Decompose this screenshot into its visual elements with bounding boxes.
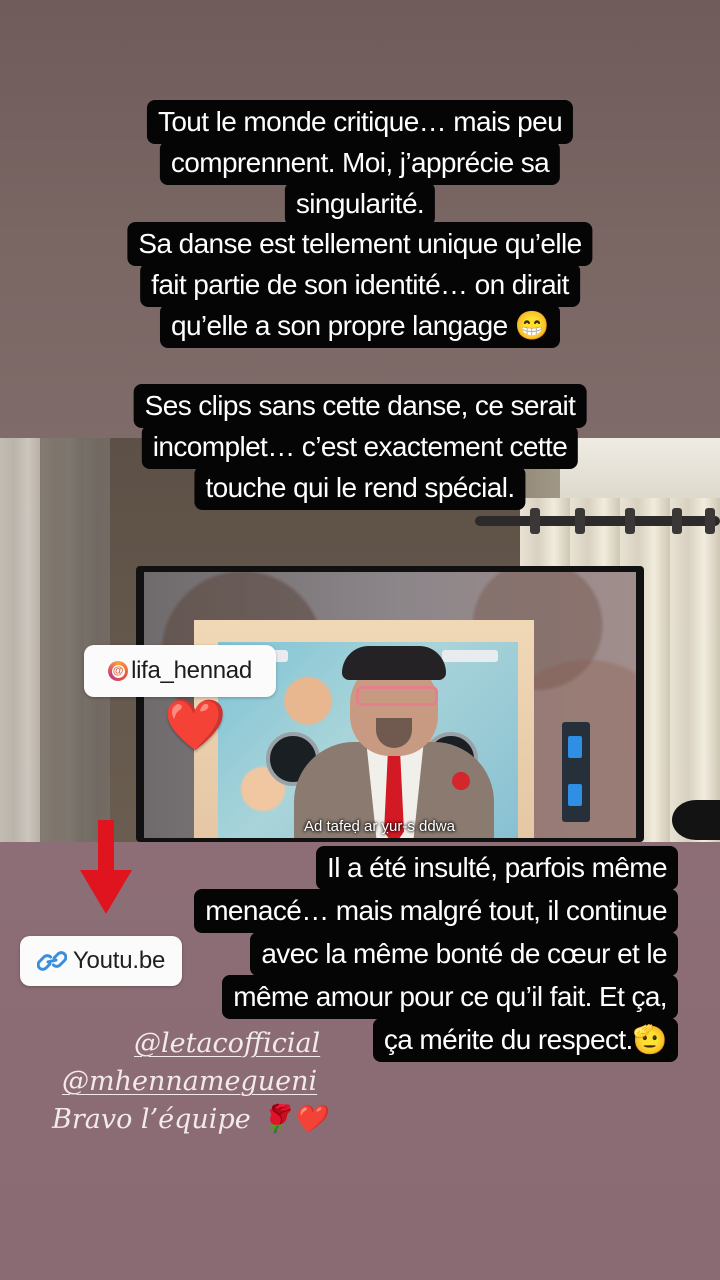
at-icon: @ [108,661,129,681]
caption-line: Sa danse est tellement unique qu’elle [127,222,593,266]
caption-line: avec la même bonté de cœur et le [250,932,678,976]
caption-line: même amour pour ce qu’il fait. Et ça, [222,975,678,1019]
caption-line: comprennent. Moi, j’apprécie sa [159,141,561,185]
curtain-ring [575,508,585,534]
curtain-left-shadow [40,438,110,842]
link-icon [36,951,67,971]
control-panel [562,722,590,822]
credit-text: Bravo l’équipe 🌹❤️ [52,1103,327,1135]
curtain-ring [672,508,682,534]
camera-object [672,800,720,840]
curtain-rod [475,516,720,526]
curtain-ring [705,508,715,534]
caption-line: ça mérite du respect.🫡 [372,1018,678,1062]
lapel-flower [452,772,470,790]
caption-line: touche qui le rend spécial. [194,466,526,510]
credit-mention-2[interactable]: @mhennamegueni [62,1066,317,1097]
red-arrow-icon [80,820,132,914]
caption-line: Il a été insulté, parfois même [316,846,678,890]
link-label: Youtu.be [72,947,166,974]
heart-icon: ❤️ [164,697,227,753]
rose-heart-emoji: 🌹❤️ [259,1104,327,1135]
caption-line: incomplet… c’est exactement cette [141,425,579,469]
caption-line: qu’elle a son propre langage 😁 [159,304,561,348]
singer [284,632,504,838]
caption-line: fait partie de son identité… on dirait [140,263,580,307]
caption-line: singularité. [284,182,436,226]
mention-username: lifa_hennad [131,657,252,684]
video-subtitle: Ad tafeḍ ar ỵur-s ddwa [304,818,455,835]
link-sticker[interactable]: Youtu.be [20,936,182,986]
caption-line: menacé… mais malgré tout, il continue [194,889,678,933]
curtain-ring [625,508,635,534]
credit-bravo: Bravo l’équipe [52,1104,251,1135]
glasses [356,686,438,706]
curtain-ring [530,508,540,534]
story-canvas[interactable]: Ad tafeḍ ar ỵur-s ddwa Tout le monde cri… [0,0,720,1280]
credit-mention-1[interactable]: @letacofficial [134,1028,320,1059]
mention-sticker[interactable]: @ lifa_hennad [84,645,276,697]
flat-cap [342,646,446,680]
panel-light [568,784,582,806]
panel-light [568,736,582,758]
caption-line: Tout le monde critique… mais peu [146,100,574,144]
caption-line: Ses clips sans cette danse, ce serait [133,384,587,428]
